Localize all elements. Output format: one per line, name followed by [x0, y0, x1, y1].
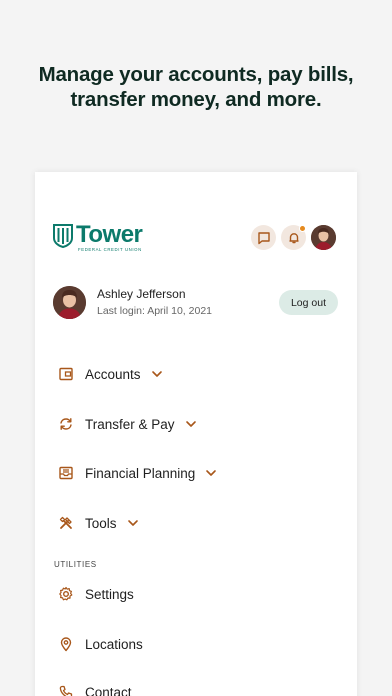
- menu-label-settings: Settings: [85, 586, 134, 602]
- avatar-photo: [311, 225, 336, 250]
- menu-panel: Tower FEDERAL CREDIT UNION Ashley Jeffer…: [35, 172, 357, 696]
- menu-item-locations[interactable]: Locations: [57, 632, 143, 656]
- menu-item-contact[interactable]: Contact: [57, 680, 132, 696]
- gear-icon: [57, 585, 75, 603]
- profile-summary: Ashley Jefferson Last login: April 10, 2…: [53, 286, 212, 319]
- message-icon: [257, 231, 270, 244]
- phone-icon: [57, 683, 75, 696]
- header-actions: [251, 225, 336, 250]
- menu-label-financial-planning: Financial Planning: [85, 465, 196, 481]
- transfer-icon: [57, 415, 75, 433]
- tower-logo-icon: [53, 224, 73, 248]
- menu-item-tools[interactable]: Tools: [57, 511, 139, 535]
- user-avatar[interactable]: [311, 225, 336, 250]
- chevron-down-icon: [185, 420, 197, 428]
- menu-item-accounts[interactable]: Accounts: [57, 362, 163, 386]
- utilities-section-label: UTILITIES: [54, 560, 97, 569]
- profile-name: Ashley Jefferson: [97, 287, 186, 301]
- headline: Manage your accounts, pay bills, transfe…: [0, 62, 392, 112]
- menu-label-contact: Contact: [85, 684, 132, 696]
- bell-icon: [289, 232, 298, 243]
- menu-label-tools: Tools: [85, 515, 117, 531]
- menu-label-locations: Locations: [85, 636, 143, 652]
- chevron-down-icon: [127, 519, 139, 527]
- wallet-icon: [57, 365, 75, 383]
- profile-avatar: [53, 286, 86, 319]
- logo-wordmark: Tower: [76, 221, 143, 248]
- menu-item-settings[interactable]: Settings: [57, 582, 134, 606]
- tower-logo: Tower FEDERAL CREDIT UNION: [53, 221, 143, 252]
- menu-item-transfer-pay[interactable]: Transfer & Pay: [57, 412, 197, 436]
- profile-photo: [53, 286, 86, 319]
- notification-badge: [299, 225, 306, 232]
- tools-icon: [57, 514, 75, 532]
- headline-line-1: Manage your accounts, pay bills,: [38, 63, 354, 86]
- logout-button[interactable]: Log out: [279, 290, 338, 315]
- last-login-text: Last login: April 10, 2021: [97, 305, 212, 317]
- menu-label-transfer-pay: Transfer & Pay: [85, 416, 175, 432]
- menu-label-accounts: Accounts: [85, 366, 141, 382]
- notifications-button[interactable]: [281, 225, 306, 250]
- location-pin-icon: [57, 635, 75, 653]
- headline-line-2: transfer money, and more.: [70, 88, 322, 111]
- planning-tray-icon: [57, 464, 75, 482]
- chevron-down-icon: [151, 370, 163, 378]
- menu-item-financial-planning[interactable]: Financial Planning: [57, 461, 217, 485]
- logo-subtitle: FEDERAL CREDIT UNION: [78, 247, 142, 252]
- messages-button[interactable]: [251, 225, 276, 250]
- chevron-down-icon: [205, 469, 217, 477]
